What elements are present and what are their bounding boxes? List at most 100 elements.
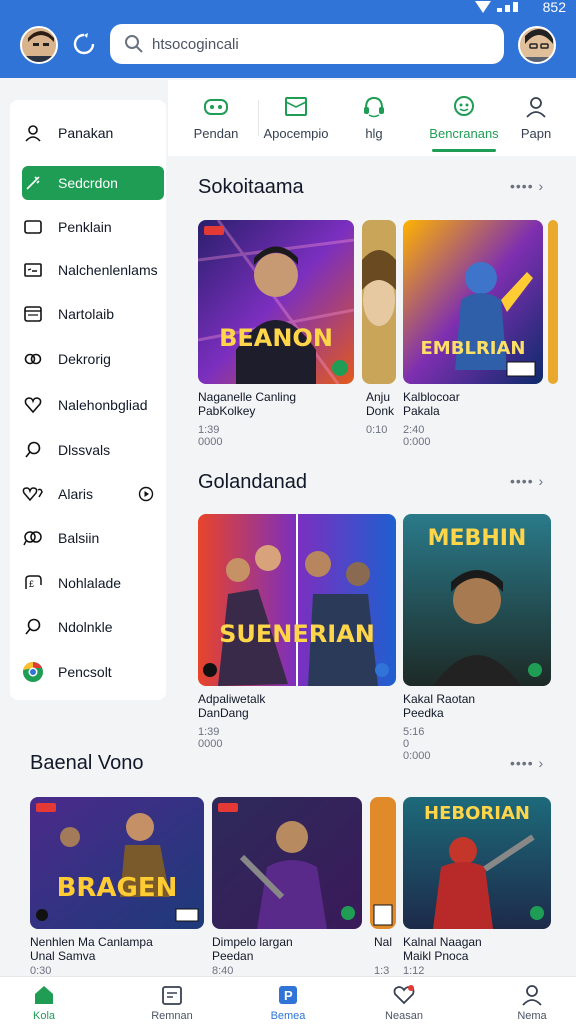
sidebar-item-label: Nalehonbgliad — [58, 397, 148, 413]
poster-title: EMBLRIAN — [420, 338, 526, 359]
card-meta: 0:10 — [366, 424, 388, 436]
controller-icon — [204, 99, 228, 115]
card-title: Dimpelo largan Peedan — [212, 935, 293, 963]
sidebar-item-dlssvals[interactable]: Dlssvals — [22, 433, 164, 467]
nav-label: Kola — [32, 1010, 56, 1022]
game-poster: SUENERIAN — [198, 514, 396, 686]
nav-label: Nema — [517, 1010, 547, 1022]
tab-papn[interactable]: Papn — [496, 80, 576, 156]
heart-icon — [393, 985, 415, 1005]
game-poster: MEBHIN — [403, 514, 551, 686]
chat-icon — [22, 527, 44, 549]
sidebar-item-sedcrdon[interactable]: Sedcrdon — [22, 166, 164, 200]
chevron-right-icon: › — [538, 473, 545, 489]
top-bar: 852 — [0, 0, 576, 78]
game-poster — [370, 797, 396, 929]
sidebar-item-ndolnkle[interactable]: Ndolnkle — [22, 610, 164, 644]
card-title: Anju Donk — [366, 390, 395, 418]
game-icon: £ — [22, 572, 44, 594]
poster-title: BRAGEN — [56, 873, 178, 903]
more-dots: •••• — [510, 178, 534, 194]
card-title: Adpaliwetalk DanDang — [198, 692, 266, 720]
game-poster: BRAGEN — [30, 797, 204, 929]
hearts-icon — [22, 483, 44, 505]
poster-title: HEBORIAN — [424, 803, 530, 824]
profile-icon — [522, 985, 542, 1006]
badge-icon — [332, 360, 348, 376]
nav-bemea[interactable]: P Bemea — [248, 983, 328, 1022]
sidebar-item-panakan[interactable]: Panakan — [22, 116, 164, 150]
profile-avatar[interactable] — [518, 26, 556, 64]
sidebar-item-pencsolt[interactable]: Pencsolt — [22, 655, 164, 689]
monitor-icon — [285, 97, 307, 116]
svg-text:£: £ — [29, 579, 34, 589]
heart-icon — [22, 394, 44, 416]
nav-home[interactable]: Kola — [4, 983, 84, 1022]
search-bar[interactable] — [110, 24, 504, 64]
search-input[interactable] — [152, 35, 492, 53]
chevron-right-icon: › — [538, 755, 545, 771]
more-button[interactable]: •••• › — [510, 178, 544, 194]
category-tabs: Pendan Apocempio hlg Bencranans Papn — [168, 80, 576, 156]
bottom-nav: Kola Remnan P Bemea Neasan Nema — [0, 976, 576, 1024]
more-button[interactable]: •••• › — [510, 473, 544, 489]
tab-label: Pendan — [193, 126, 239, 141]
nav-remnan[interactable]: Remnan — [132, 983, 212, 1022]
game-poster: BEANON — [198, 220, 354, 384]
status-time: 852 — [542, 0, 566, 15]
card-meta: 1:39 0000 — [198, 424, 223, 448]
sidebar-item-nohlalade[interactable]: £ Nohlalade — [22, 566, 164, 600]
tab-apocempio[interactable]: Apocempio — [256, 80, 336, 156]
sidebar-item-penklain[interactable]: Penklain — [22, 210, 164, 244]
tab-bencranans[interactable]: Bencranans — [424, 80, 504, 156]
link-icon — [22, 348, 44, 370]
avatar[interactable] — [20, 26, 58, 64]
sidebar-item-label: Nartolaib — [58, 306, 115, 322]
sidebar-item-label: Balsiin — [58, 530, 100, 546]
sidebar-item-label: Nalchenlenlams — [58, 262, 158, 278]
sidebar-item-dekrorig[interactable]: Dekrorig — [22, 342, 164, 376]
play-icon[interactable] — [138, 486, 154, 505]
sidebar-item-nartolaib[interactable]: Nartolaib — [22, 297, 164, 331]
square-icon — [22, 216, 44, 238]
sidebar-item-alaris[interactable]: Alaris — [22, 477, 164, 511]
sidebar-item-label: Ndolnkle — [58, 619, 113, 635]
chrome-icon — [22, 661, 44, 683]
window-icon — [22, 303, 44, 325]
headset-icon — [364, 96, 384, 118]
tab-label: hlg — [365, 126, 383, 141]
tab-label: Bencranans — [429, 126, 499, 141]
section-title: Golandanad — [198, 471, 307, 493]
section-title: Sokoitaama — [198, 176, 304, 198]
nav-nema[interactable]: Nema — [492, 983, 572, 1022]
sidebar-item-label: Penklain — [58, 219, 112, 235]
sidebar-item-nalehonbgliad[interactable]: Nalehonbgliad — [22, 388, 164, 422]
sidebar: Panakan Sedcrdon Penklain Nalchenlenlams… — [10, 100, 166, 700]
poster-title: SUENERIAN — [219, 620, 375, 648]
wifi-icon — [474, 1, 491, 13]
card-title: Kalnal Naagan Maikl Pnoca — [403, 935, 482, 963]
more-button[interactable]: •••• › — [510, 755, 544, 771]
tab-pendan[interactable]: Pendan — [176, 80, 256, 156]
signal-icon — [496, 2, 537, 12]
more-dots: •••• — [510, 473, 534, 489]
card-title: Kakal Raotan Peedka — [403, 692, 476, 720]
nav-label: Neasan — [385, 1010, 423, 1022]
poster-title: MEBHIN — [427, 526, 527, 551]
svg-text:P: P — [284, 988, 293, 1003]
tab-hlg[interactable]: hlg — [334, 80, 414, 156]
sidebar-item-balsiin[interactable]: Balsiin — [22, 521, 164, 555]
section-title: Baenal Vono — [30, 752, 144, 774]
sidebar-item-label: Sedcrdon — [58, 175, 118, 191]
calendar-icon — [162, 986, 182, 1005]
card-meta: 2:40 0:000 — [403, 424, 431, 448]
sidebar-item-label: Nohlalade — [58, 575, 122, 591]
user-icon — [22, 122, 44, 144]
refresh-icon[interactable] — [72, 32, 96, 56]
nav-neasan[interactable]: Neasan — [364, 983, 444, 1022]
card-title: Kalblocoar Pakala — [403, 390, 460, 418]
poster-title: BEANON — [219, 324, 333, 352]
search-icon — [22, 439, 44, 461]
card-meta: 5:16 0 0:000 — [403, 726, 431, 762]
sidebar-item-nalchenlenlams[interactable]: Nalchenlenlams — [22, 253, 164, 287]
